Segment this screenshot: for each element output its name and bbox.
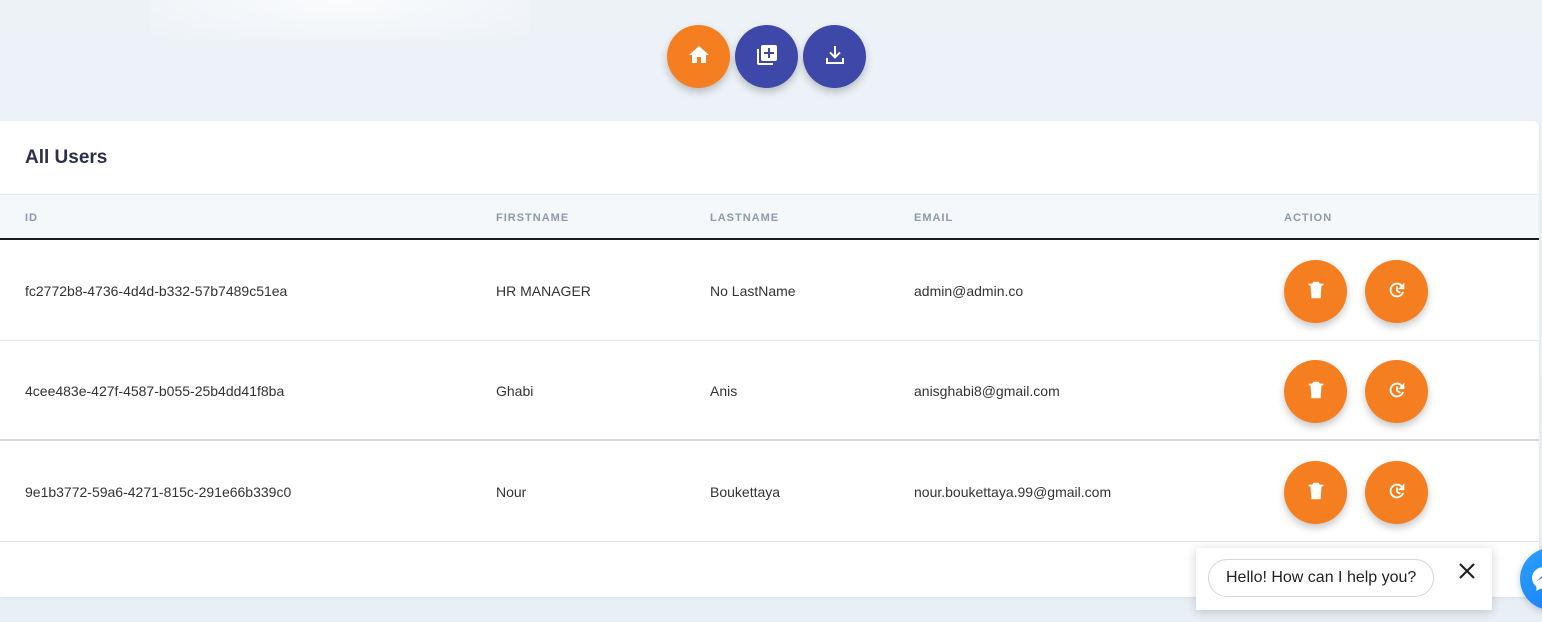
cell-id: fc2772b8-4736-4d4d-b332-57b7489c51ea [25, 283, 288, 299]
column-header-firstname: FIRSTNAME [496, 212, 570, 224]
toolbar [667, 25, 866, 88]
trash-icon [1305, 480, 1327, 505]
table-row: 4cee483e-427f-4587-b055-25b4dd41f8ba Gha… [0, 341, 1539, 441]
cell-email: anisghabi8@gmail.com [914, 383, 1060, 399]
cell-firstname: Nour [496, 484, 527, 500]
chat-greeting-bubble[interactable]: Hello! How can I help you? [1208, 559, 1435, 597]
cell-id: 4cee483e-427f-4587-b055-25b4dd41f8ba [25, 383, 285, 399]
users-card: All Users ID FIRSTNAME LASTNAME EMAIL AC… [0, 121, 1539, 597]
cell-firstname: Ghabi [496, 383, 534, 399]
column-header-lastname: LASTNAME [710, 212, 780, 224]
delete-user-button[interactable] [1284, 461, 1347, 524]
add-user-button[interactable] [735, 25, 798, 88]
delete-user-button[interactable] [1284, 360, 1347, 423]
reset-icon [1386, 379, 1408, 404]
trash-icon [1305, 279, 1327, 304]
cell-lastname: Boukettaya [710, 484, 781, 500]
reset-user-button[interactable] [1365, 360, 1428, 423]
cell-lastname: Anis [710, 383, 738, 399]
table-header: ID FIRSTNAME LASTNAME EMAIL ACTION [0, 194, 1539, 240]
chat-greeting-text: Hello! How can I help you? [1226, 569, 1417, 586]
home-button[interactable] [667, 25, 730, 88]
reset-icon [1386, 480, 1408, 505]
chat-close-button[interactable] [1457, 561, 1477, 581]
trash-icon [1305, 379, 1327, 404]
add-library-icon [755, 43, 779, 70]
table-row: 9e1b3772-59a6-4271-815c-291e66b339c0 Nou… [0, 442, 1539, 542]
download-button[interactable] [803, 25, 866, 88]
home-icon [687, 43, 711, 70]
cell-firstname: HR MANAGER [496, 283, 591, 299]
column-header-action: ACTION [1284, 212, 1333, 224]
reset-user-button[interactable] [1365, 461, 1428, 524]
reset-icon [1386, 279, 1408, 304]
cell-lastname: No LastName [710, 283, 796, 299]
background-glow [150, 0, 530, 40]
column-header-id: ID [25, 212, 38, 224]
cell-email: nour.boukettaya.99@gmail.com [914, 484, 1112, 500]
cell-id: 9e1b3772-59a6-4271-815c-291e66b339c0 [25, 484, 292, 500]
cell-email: admin@admin.co [914, 283, 1024, 299]
chat-popup: Hello! How can I help you? [1196, 548, 1492, 610]
table-row: fc2772b8-4736-4d4d-b332-57b7489c51ea HR … [0, 241, 1539, 341]
column-header-email: EMAIL [914, 212, 954, 224]
card-title: All Users [25, 147, 108, 168]
reset-user-button[interactable] [1365, 260, 1428, 323]
close-icon [1457, 563, 1477, 585]
delete-user-button[interactable] [1284, 260, 1347, 323]
download-icon [823, 43, 847, 70]
